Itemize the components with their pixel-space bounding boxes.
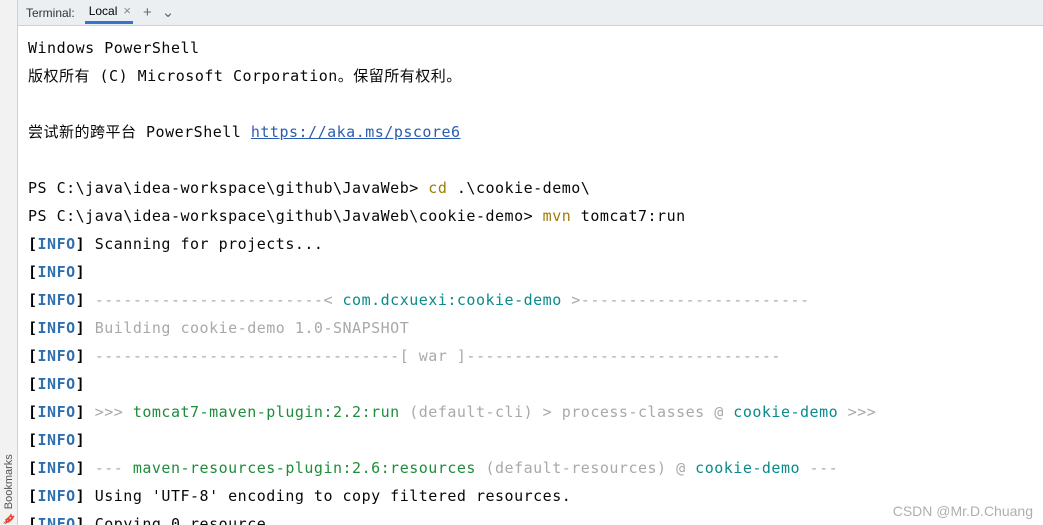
log-line: [INFO] Building cookie-demo 1.0-SNAPSHOT (28, 319, 409, 337)
terminal-tab-local[interactable]: Local × (85, 2, 133, 24)
log-line: [INFO] (28, 375, 85, 393)
tool-window-stripe: 🔖 Bookmarks (0, 0, 18, 525)
prompt-line: PS C:\java\idea-workspace\github\JavaWeb… (28, 179, 590, 197)
line: 尝试新的跨平台 PowerShell https://aka.ms/pscore… (28, 123, 461, 141)
log-line: [INFO] --- maven-resources-plugin:2.6:re… (28, 459, 838, 477)
terminal-header: Terminal: Local × + ⌄ (18, 0, 1043, 26)
bookmarks-label: Bookmarks (3, 454, 15, 509)
terminal-panel: Terminal: Local × + ⌄ Windows PowerShell… (18, 0, 1043, 525)
prompt-line: PS C:\java\idea-workspace\github\JavaWeb… (28, 207, 686, 225)
line: Windows PowerShell (28, 39, 200, 57)
log-line: [INFO] >>> tomcat7-maven-plugin:2.2:run … (28, 403, 876, 421)
pscore-link[interactable]: https://aka.ms/pscore6 (251, 123, 461, 141)
tab-label: Local (89, 4, 118, 18)
log-line: [INFO] (28, 431, 85, 449)
line: 版权所有 (C) Microsoft Corporation。保留所有权利。 (28, 67, 462, 85)
log-line: [INFO] Copying 0 resource (28, 515, 266, 525)
log-line: [INFO] Scanning for projects... (28, 235, 323, 253)
bookmark-icon: 🔖 (2, 513, 14, 524)
close-icon[interactable]: × (123, 4, 131, 17)
log-line: [INFO] Using 'UTF-8' encoding to copy fi… (28, 487, 571, 505)
log-line: [INFO] ------------------------< com.dcx… (28, 291, 810, 309)
tab-menu-chevron-icon[interactable]: ⌄ (162, 5, 175, 20)
bookmarks-tool-button[interactable]: 🔖 Bookmarks (3, 448, 15, 525)
terminal-output[interactable]: Windows PowerShell 版权所有 (C) Microsoft Co… (18, 26, 1043, 525)
terminal-title: Terminal: (26, 6, 75, 20)
log-line: [INFO] --------------------------------[… (28, 347, 781, 365)
new-tab-button[interactable]: + (143, 5, 152, 20)
log-line: [INFO] (28, 263, 85, 281)
